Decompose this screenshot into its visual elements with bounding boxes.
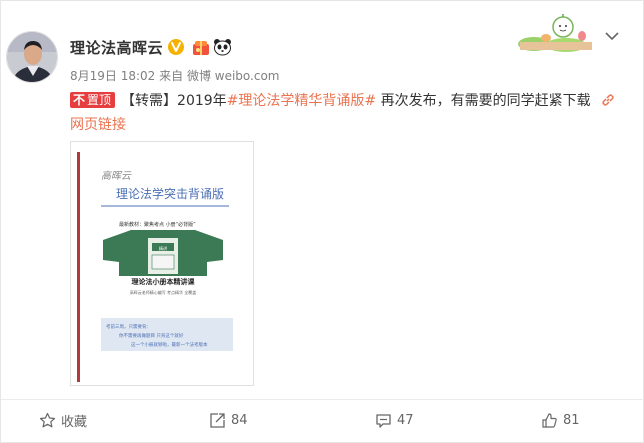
post-body-prefix: 【转需】2019年 <box>121 93 227 109</box>
attached-image[interactable]: 高晖云 理论法学突击背诵版 最新教材：聚焦考点 小册“必背版” 精讲 理论法小册… <box>70 141 254 386</box>
weibo-post-card: 理论法高晖云 8月19日 18:02 来自 微博 weibo.com 不 置顶 … <box>0 0 644 443</box>
hashtag-link[interactable]: #理论法学精华背诵版# <box>227 93 376 109</box>
star-icon <box>39 412 56 427</box>
document-subtitle: 最新教材：聚焦考点 小册“必背版” <box>119 221 196 228</box>
favorite-label: 收藏 <box>61 414 88 430</box>
note-line-1: 考前三周，只需要背： <box>106 323 151 330</box>
like-button[interactable]: 81 <box>541 410 580 430</box>
link-icon <box>602 94 614 106</box>
thumbs-up-icon <box>542 412 557 428</box>
web-link-label: 网页链接 <box>70 117 126 133</box>
post-meta: 8月19日 18:02 来自 微博 weibo.com <box>70 67 280 84</box>
document-title: 理论法学突击背诵版 <box>116 186 224 201</box>
favorite-button[interactable]: 收藏 <box>39 410 87 430</box>
svg-text:精讲: 精讲 <box>159 245 167 251</box>
card-decoration <box>518 14 592 52</box>
avatar[interactable] <box>6 31 58 83</box>
post-source[interactable]: 来自 微博 weibo.com <box>159 69 279 83</box>
pin-icon: 不 <box>73 93 86 107</box>
member-badge-icon[interactable] <box>192 38 210 56</box>
action-bar: 收藏 84 47 81 <box>1 399 644 437</box>
comment-icon <box>376 413 391 428</box>
chevron-down-icon[interactable] <box>605 31 619 41</box>
post-body-suffix: 再次发布，有需要的同学赶紧下载 <box>376 93 591 109</box>
author-name[interactable]: 理论法高晖云 <box>70 37 163 58</box>
like-count: 81 <box>563 412 580 428</box>
handwritten-name: 高晖云 <box>101 170 132 182</box>
comment-count: 47 <box>397 412 414 428</box>
verified-badge-icon[interactable] <box>167 38 185 56</box>
note-line-3: 这一个小册就够啦，最新一个法考版本 <box>131 341 208 348</box>
book-title: 理论法小册本精讲课 <box>132 277 196 286</box>
book-subtitle: 高晖云老师精心编写 考点精华 全覆盖 <box>130 289 197 295</box>
repost-icon <box>210 412 225 428</box>
repost-button[interactable]: 84 <box>209 410 248 430</box>
post-time[interactable]: 8月19日 18:02 <box>70 69 155 83</box>
pinned-badge: 不置顶 <box>70 92 116 108</box>
note-line-2: 你不需要再做题目 只背这个就好 <box>119 332 184 339</box>
comment-button[interactable]: 47 <box>375 410 414 430</box>
pinned-label: 置顶 <box>87 93 112 107</box>
panda-icon[interactable] <box>213 38 232 56</box>
post-text: 不置顶 【转需】2019年#理论法学精华背诵版# 再次发布，有需要的同学赶紧下载 … <box>70 89 626 137</box>
repost-count: 84 <box>231 412 248 428</box>
